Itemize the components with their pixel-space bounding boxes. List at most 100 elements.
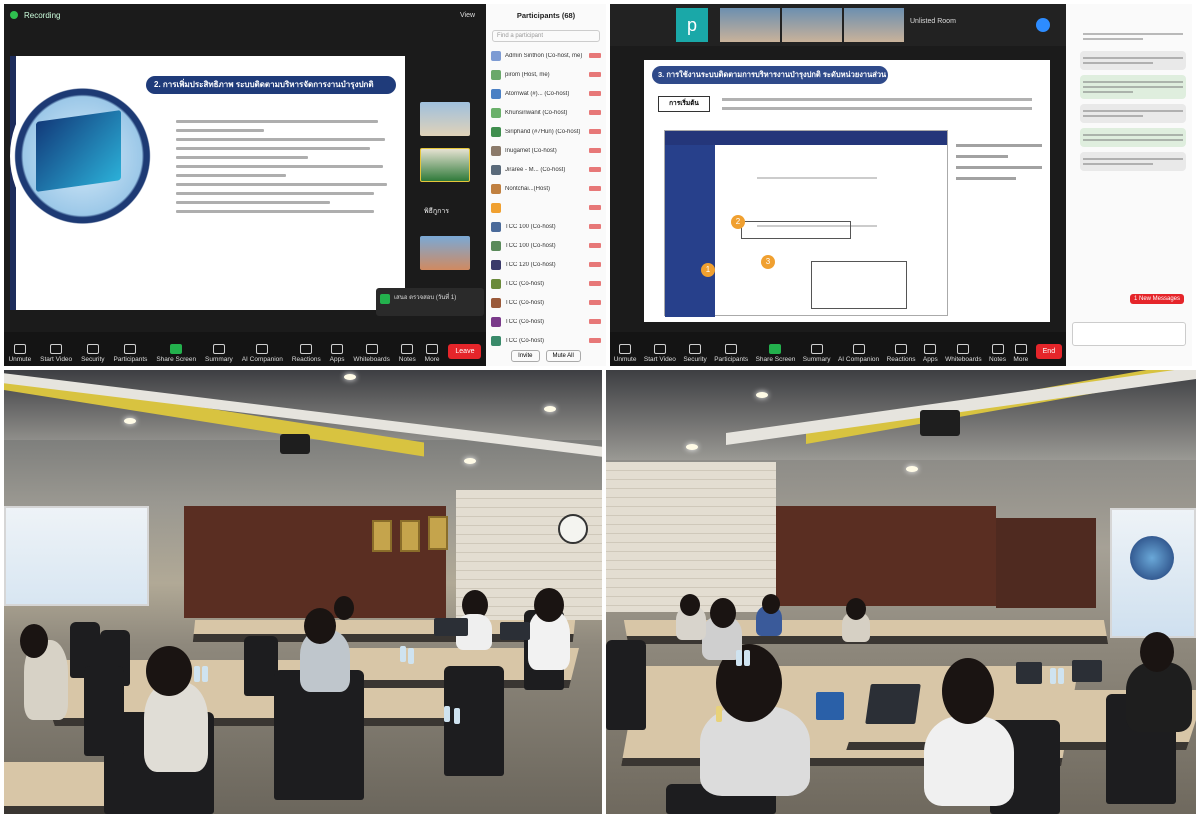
- participant-row[interactable]: pirom (Host, me): [486, 65, 606, 84]
- toolbar-label: Notes: [398, 356, 416, 363]
- participant-row[interactable]: TCC (Co-host): [486, 312, 606, 331]
- mic-muted-icon[interactable]: [589, 300, 601, 305]
- toolbar-label: Start Video: [643, 356, 676, 363]
- mic-muted-icon[interactable]: [589, 281, 601, 286]
- mic-muted-icon[interactable]: [589, 243, 601, 248]
- mic-muted-icon[interactable]: [589, 338, 601, 343]
- video-tile[interactable]: [420, 148, 470, 182]
- toolbar-notes-button[interactable]: Notes: [989, 344, 1006, 363]
- participant-row[interactable]: Jiraree - M... (Co-host): [486, 160, 606, 179]
- share-screen-icon: [170, 344, 183, 354]
- video-tile[interactable]: [844, 8, 904, 42]
- slide-steps: [956, 136, 1042, 188]
- start-video-icon: [50, 344, 63, 354]
- video-tile[interactable]: [420, 236, 470, 270]
- slide-body-text: [176, 114, 396, 215]
- mute-all-button[interactable]: Mute All: [545, 350, 581, 362]
- mic-muted-icon[interactable]: [589, 205, 601, 210]
- toolbar-summary-button[interactable]: Summary: [205, 344, 233, 363]
- unmute-icon: [13, 344, 26, 354]
- leave-button[interactable]: Leave: [448, 344, 482, 359]
- participant-row[interactable]: TCC 100 (Co-host): [486, 217, 606, 236]
- meeting-toolbar: Unmute Start Video Security Participants Sha…: [4, 332, 486, 366]
- avatar: [491, 259, 501, 270]
- mic-muted-icon[interactable]: [589, 53, 601, 58]
- video-tile[interactable]: [420, 102, 470, 136]
- view-button[interactable]: View: [460, 12, 475, 19]
- apps-icon: [924, 344, 937, 354]
- video-tile[interactable]: [782, 8, 842, 42]
- participant-row[interactable]: Khunsiriwanit (Co-host): [486, 103, 606, 122]
- mic-muted-icon[interactable]: [589, 91, 601, 96]
- toolbar-more-button[interactable]: More: [424, 344, 440, 363]
- projector: [280, 434, 310, 454]
- avatar: [491, 50, 501, 61]
- toolbar-share-screen-button[interactable]: Share Screen: [756, 344, 795, 363]
- mic-muted-icon[interactable]: [589, 262, 601, 267]
- mic-muted-icon[interactable]: [589, 319, 601, 324]
- participant-row[interactable]: Admin Sirithon (Co-host, me): [486, 46, 606, 65]
- toolbar-reactions-button[interactable]: Reactions: [887, 344, 915, 363]
- participant-name: TCC (Co-host): [505, 318, 545, 325]
- participant-row[interactable]: Nontchai...(Host): [486, 179, 606, 198]
- security-icon: [689, 344, 702, 354]
- mic-muted-icon[interactable]: [589, 224, 601, 229]
- toolbar-ai-companion-button[interactable]: AI Companion: [838, 344, 879, 363]
- notes-icon: [991, 344, 1004, 354]
- participant-row[interactable]: TCC 120 (Co-host): [486, 255, 606, 274]
- leave-button[interactable]: End: [1035, 344, 1063, 359]
- toolbar-start-video-button[interactable]: Start Video: [40, 344, 72, 363]
- participant-name: Admin Sirithon (Co-host, me): [505, 52, 583, 59]
- toolbar-label: Apps: [329, 356, 345, 363]
- participant-name: TCC (Co-host): [505, 299, 545, 306]
- mic-muted-icon[interactable]: [589, 186, 601, 191]
- toolbar-label: Notes: [989, 356, 1007, 363]
- mic-muted-icon[interactable]: [589, 167, 601, 172]
- step-badge: 3: [761, 255, 775, 269]
- participants-icon: [725, 344, 738, 354]
- participant-row[interactable]: Siriphand (#7Hun) (Co-host): [486, 122, 606, 141]
- toolbar-unmute-button[interactable]: Unmute: [8, 344, 31, 363]
- invite-button[interactable]: Invite: [511, 350, 540, 362]
- participant-row[interactable]: TCC (Co-host): [486, 274, 606, 293]
- participant-search-input[interactable]: Find a participant: [492, 30, 600, 42]
- toolbar-participants-button[interactable]: Participants: [714, 344, 748, 363]
- participant-name: Nontchai...(Host): [505, 185, 551, 192]
- toolbar-label: Unmute: [8, 356, 32, 363]
- toolbar-ai-companion-button[interactable]: AI Companion: [242, 344, 283, 363]
- toolbar-unmute-button[interactable]: Unmute: [614, 344, 636, 363]
- toolbar-apps-button[interactable]: Apps: [923, 344, 938, 363]
- toolbar-notes-button[interactable]: Notes: [399, 344, 416, 363]
- toolbar-label: More: [424, 356, 440, 363]
- mic-muted-icon[interactable]: [589, 148, 601, 153]
- participant-row[interactable]: TCC (Co-host): [486, 293, 606, 312]
- mic-muted-icon[interactable]: [589, 110, 601, 115]
- toolbar-more-button[interactable]: More: [1013, 344, 1028, 363]
- more-icon: [426, 344, 439, 354]
- chat-input[interactable]: [1072, 322, 1186, 346]
- toolbar-share-screen-button[interactable]: Share Screen: [156, 344, 196, 363]
- participant-row[interactable]: TCC 100 (Co-host): [486, 236, 606, 255]
- participant-logo: p: [676, 8, 708, 42]
- mic-muted-icon[interactable]: [589, 129, 601, 134]
- toolbar-whiteboards-button[interactable]: Whiteboards: [353, 344, 390, 363]
- toolbar-whiteboards-button[interactable]: Whiteboards: [945, 344, 982, 363]
- avatar: [491, 183, 501, 194]
- participant-row[interactable]: Atornwat (#)... (Co-host): [486, 84, 606, 103]
- shared-slide: 3. การใช้งานระบบติดตามการบริหารงานบำรุงป…: [644, 60, 1050, 322]
- toolbar-participants-button[interactable]: Participants: [113, 344, 147, 363]
- toolbar-reactions-button[interactable]: Reactions: [292, 344, 321, 363]
- participant-row[interactable]: Inugamet (Co-host): [486, 141, 606, 160]
- toolbar-summary-button[interactable]: Summary: [803, 344, 831, 363]
- toolbar-security-button[interactable]: Security: [81, 344, 105, 363]
- toolbar-security-button[interactable]: Security: [683, 344, 707, 363]
- summary-icon: [810, 344, 823, 354]
- participant-row[interactable]: [486, 198, 606, 217]
- toolbar-apps-button[interactable]: Apps: [329, 344, 345, 363]
- participant-name: TCC 100 (Co-host): [505, 242, 556, 249]
- new-messages-badge[interactable]: 1 New Messages: [1130, 294, 1185, 304]
- mic-muted-icon[interactable]: [589, 72, 601, 77]
- next-page-icon[interactable]: [1036, 18, 1050, 32]
- toolbar-start-video-button[interactable]: Start Video: [644, 344, 676, 363]
- video-tile[interactable]: [720, 8, 780, 42]
